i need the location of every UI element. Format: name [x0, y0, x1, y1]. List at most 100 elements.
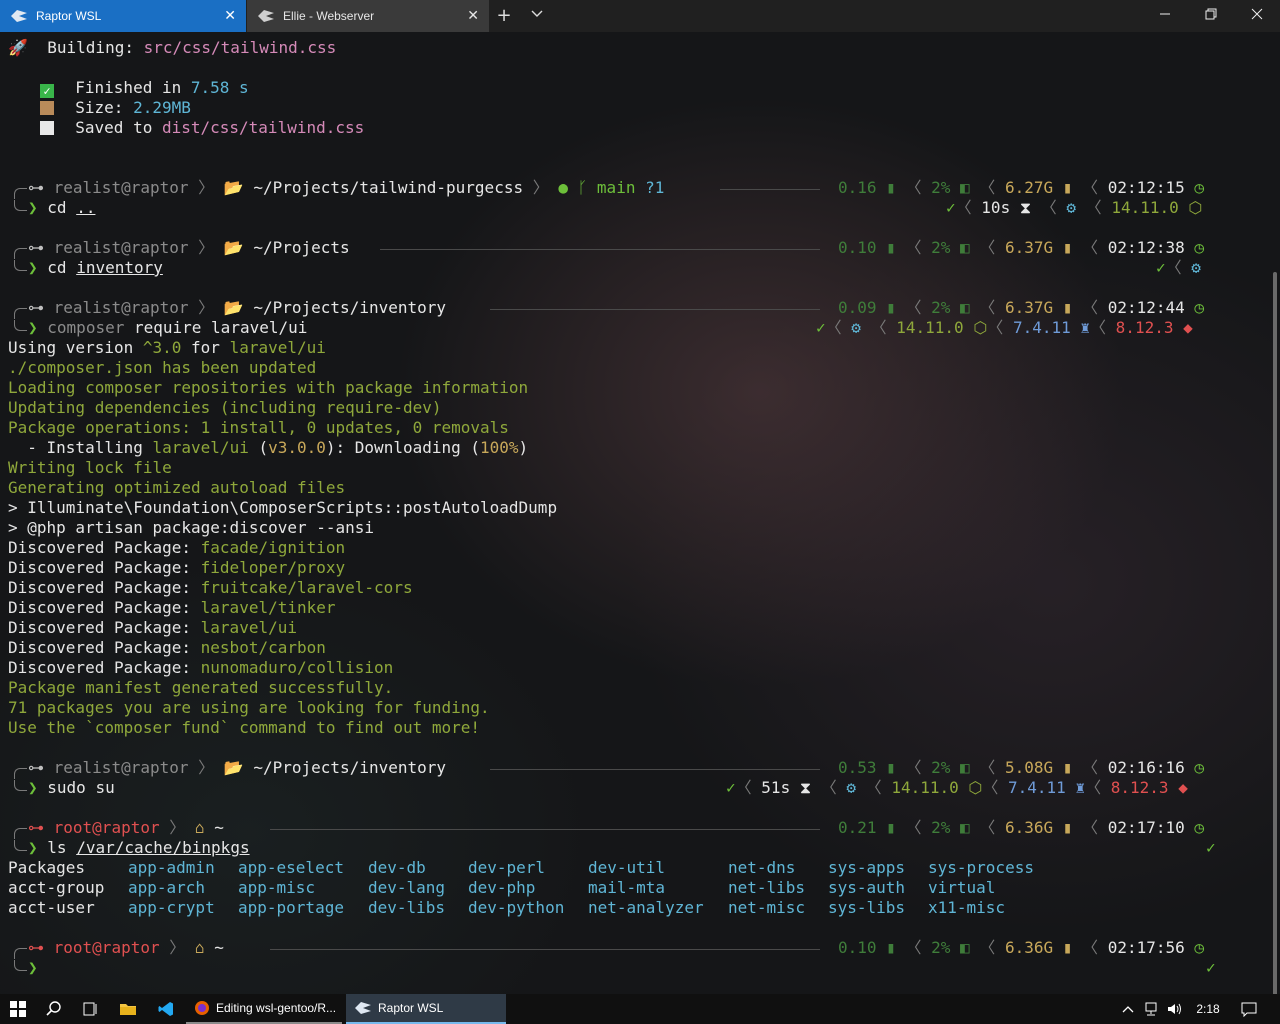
output-line: ./composer.json has been updated	[8, 358, 317, 377]
file-explorer-button[interactable]	[110, 994, 146, 1024]
rocket-icon: 🚀	[8, 38, 28, 57]
clock-icon: ◷	[1194, 298, 1205, 317]
output-line: Package manifest generated successfully.	[8, 678, 394, 697]
command-line[interactable]: ❯ sudo su	[28, 778, 115, 798]
prompt-left: ⊶ root@raptor 〉 ⌂ ~	[28, 818, 224, 837]
tab-label: Ellie - Webserver	[283, 9, 375, 23]
windows-icon	[10, 1001, 26, 1017]
minimize-button[interactable]	[1142, 0, 1188, 32]
node-icon: ⬡	[973, 318, 988, 337]
clock-icon: ◷	[1194, 178, 1205, 197]
memory-icon: ▮	[1062, 938, 1073, 957]
github-icon: ●	[558, 178, 569, 197]
firefox-icon	[195, 1001, 209, 1015]
ls-entry: mail-mta	[588, 878, 666, 897]
vscode-button[interactable]	[148, 994, 184, 1024]
check-icon: ✓	[1156, 258, 1166, 277]
output-line: Writing lock file	[8, 458, 172, 477]
ls-entry: app-portage	[238, 898, 344, 917]
close-window-button[interactable]	[1234, 0, 1280, 32]
prompt-frame	[14, 780, 27, 791]
php-icon: ♜	[1080, 318, 1091, 337]
tab-dropdown-button[interactable]	[525, 4, 549, 28]
gear-icon: ⚙	[846, 778, 857, 797]
load-icon: ▮	[886, 298, 896, 317]
key-icon: ⊶	[28, 178, 54, 197]
floppy-icon	[40, 121, 54, 135]
ls-entry: app-eselect	[238, 858, 344, 877]
load-icon: ▮	[886, 938, 896, 957]
command-line[interactable]: ❯ cd ..	[28, 198, 95, 218]
load-icon: ▮	[886, 178, 896, 197]
ls-entry: net-dns	[728, 858, 796, 877]
clock[interactable]: 2:18	[1188, 994, 1228, 1024]
load-icon: ▮	[886, 238, 896, 257]
task-view-button[interactable]	[72, 994, 108, 1024]
tab-ellie-webserver[interactable]: Ellie - Webserver ✕	[247, 0, 489, 32]
tab-bar: Raptor WSL ✕ Ellie - Webserver ✕ +	[0, 0, 1280, 32]
output-line: Package operations: 1 install, 0 updates…	[8, 418, 509, 437]
close-tab-icon[interactable]: ✕	[224, 8, 236, 22]
tab-raptor-wsl[interactable]: Raptor WSL ✕	[0, 0, 246, 32]
terminal-icon	[355, 1002, 371, 1014]
discovered-line: Discovered Package: laravel/ui	[8, 618, 297, 637]
task-view-icon	[83, 1002, 97, 1016]
ruby-icon: ◆	[1178, 778, 1188, 797]
cpu-icon: ◧	[960, 178, 970, 197]
vscode-icon	[158, 1002, 173, 1016]
memory-icon: ▮	[1062, 758, 1073, 777]
check-box-icon: ✓	[40, 84, 54, 98]
command-line[interactable]: ❯ ls /var/cache/binpkgs	[28, 838, 250, 858]
command-line[interactable]: ❯ cd inventory	[28, 258, 163, 278]
package-icon	[40, 101, 54, 115]
memory-icon: ▮	[1062, 238, 1073, 257]
check-icon: ✓	[1206, 838, 1216, 857]
folder-icon: 📂	[223, 758, 244, 777]
prompt-right: 0.16 ▮ 〈 2% ◧ 〈 6.27G ▮ 〈 02:12:15 ◷	[838, 178, 1205, 197]
output-line: Updating dependencies (including require…	[8, 398, 442, 417]
taskbar-app-firefox[interactable]: Editing wsl-gentoo/R...	[186, 994, 342, 1024]
folder-icon	[120, 1004, 136, 1015]
branch-icon: ᚴ	[577, 178, 588, 197]
output-line: Using version ^3.0 for laravel/ui	[8, 338, 326, 357]
clock-time: 2:18	[1196, 1002, 1220, 1016]
command-line[interactable]: ❯	[28, 958, 38, 978]
prompt-right-2: ✓〈 ⚙ 〈 14.11.0 ⬡〈 7.4.11 ♜〈 8.12.3 ◆	[816, 318, 1193, 337]
scrollbar-thumb[interactable]	[1273, 272, 1277, 994]
prompt-frame	[14, 308, 27, 319]
output-line: Loading composer repositories with packa…	[8, 378, 529, 397]
ls-entry: dev-python	[468, 898, 565, 917]
terminal-pane[interactable]: 🚀 Building: src/css/tailwind.css ✓ Finis…	[0, 32, 1280, 994]
scrollbar[interactable]	[1270, 72, 1280, 994]
finished-line: ✓ Finished in 7.58 s	[8, 78, 249, 98]
output-line: 71 packages you are using are looking fo…	[8, 698, 490, 717]
start-button[interactable]	[0, 994, 36, 1024]
prompt-right-2: ✓〈 ⚙	[1156, 258, 1201, 277]
search-button[interactable]	[36, 994, 72, 1024]
new-tab-button[interactable]: +	[492, 4, 516, 28]
clock-icon: ◷	[1194, 758, 1205, 777]
volume-button[interactable]	[1164, 994, 1186, 1024]
raptor-icon	[258, 10, 274, 22]
prompt-frame	[14, 948, 27, 959]
tab-label: Raptor WSL	[36, 9, 102, 23]
memory-icon: ▮	[1062, 298, 1073, 317]
discovered-line: Discovered Package: nunomaduro/collision	[8, 658, 394, 677]
hourglass-icon: ⧗	[799, 778, 812, 797]
ls-entry: acct-group	[8, 878, 105, 897]
ls-entry: app-crypt	[128, 898, 215, 917]
restore-button[interactable]	[1188, 0, 1234, 32]
notifications-button[interactable]	[1234, 994, 1264, 1024]
taskbar-app-raptor-wsl[interactable]: Raptor WSL	[346, 994, 506, 1024]
ls-entry: sys-process	[928, 858, 1034, 877]
tray-overflow-button[interactable]	[1118, 994, 1138, 1024]
folder-icon: 📂	[223, 298, 244, 317]
load-icon: ▮	[886, 758, 896, 777]
discovered-line: Discovered Package: fideloper/proxy	[8, 558, 346, 577]
network-button[interactable]	[1140, 994, 1162, 1024]
command-line[interactable]: ❯ composer require laravel/ui	[28, 318, 307, 338]
close-tab-icon[interactable]: ✕	[467, 8, 479, 22]
ls-entry: dev-db	[368, 858, 426, 877]
ls-entry: Packages	[8, 858, 86, 877]
ls-entry: sys-auth	[828, 878, 906, 897]
